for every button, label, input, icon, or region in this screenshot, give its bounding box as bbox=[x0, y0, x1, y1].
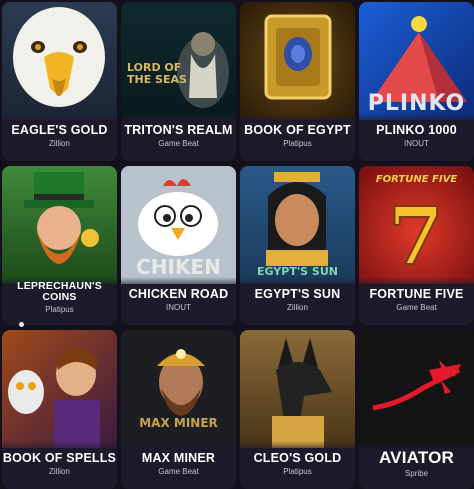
game-card-eagles-gold[interactable]: EAGLE'S GOLD Zillion bbox=[2, 2, 117, 161]
game-title: PLINKO 1000 bbox=[376, 123, 457, 137]
game-card-info: CLEO'S GOLD Platipus bbox=[240, 441, 355, 489]
game-card-info: TRITON'S REALM Game Beat bbox=[121, 113, 236, 161]
game-title: MAX MINER bbox=[141, 451, 216, 465]
game-title: TRITON'S REALM bbox=[124, 123, 233, 137]
game-thumbnail-eagle bbox=[2, 2, 117, 120]
game-card-max-miner[interactable]: MAX MINER MAX MINER Game Beat bbox=[121, 330, 236, 489]
game-provider: Game Beat bbox=[158, 467, 199, 476]
game-card-info: CHICKEN ROAD INOUT bbox=[121, 277, 236, 325]
game-provider: Zillion bbox=[287, 303, 308, 312]
game-provider: Platipus bbox=[283, 139, 312, 148]
carousel-indicator-dot bbox=[19, 322, 24, 327]
game-card-plinko-1000[interactable]: PLINKO PLINKO 1000 INOUT bbox=[359, 2, 474, 161]
game-card-tritons-realm[interactable]: LORD OF THE SEAS TRITON'S REALM Game Bea… bbox=[121, 2, 236, 161]
game-logo-text: FORTUNE FIVE bbox=[375, 174, 458, 185]
game-card-info: LEPRECHAUN'S COINS Platipus bbox=[2, 277, 117, 325]
game-provider: Zillion bbox=[49, 467, 70, 476]
game-title: FORTUNE FIVE bbox=[369, 287, 464, 301]
game-logo-text: MAX MINER bbox=[139, 416, 218, 430]
game-grid: EAGLE'S GOLD Zillion LORD OF THE SEAS TR… bbox=[0, 0, 474, 489]
game-thumbnail-plinko: PLINKO bbox=[359, 2, 474, 120]
game-card-book-of-spells[interactable]: BOOK OF SPELLS Zillion bbox=[2, 330, 117, 489]
game-card-book-of-egypt[interactable]: BOOK OF EGYPT Platipus bbox=[240, 2, 355, 161]
game-provider: Game Beat bbox=[396, 303, 437, 312]
game-card-cleos-gold[interactable]: CLEO'S GOLD Platipus bbox=[240, 330, 355, 489]
game-thumbnail-book-egypt bbox=[240, 2, 355, 120]
game-provider: INOUT bbox=[166, 303, 191, 312]
game-card-info: EGYPT'S SUN Zillion bbox=[240, 277, 355, 325]
game-card-egypts-sun[interactable]: EGYPT'S SUN EGYPT'S SUN Zillion bbox=[240, 166, 355, 325]
game-title: BOOK OF SPELLS bbox=[2, 451, 117, 465]
game-provider: Platipus bbox=[283, 467, 312, 476]
game-provider: INOUT bbox=[404, 139, 429, 148]
game-provider: Spribe bbox=[404, 469, 429, 478]
game-thumbnail-max-miner: MAX MINER bbox=[121, 330, 236, 448]
game-logo-text: CHIKEN bbox=[136, 255, 221, 279]
game-thumbnail-chicken: CHIKEN bbox=[121, 166, 236, 284]
game-title: LEPRECHAUN'S COINS bbox=[17, 280, 102, 303]
game-title: CLEO'S GOLD bbox=[253, 451, 342, 465]
game-card-info: EAGLE'S GOLD Zillion bbox=[2, 113, 117, 161]
game-thumbnail-leprechaun bbox=[2, 166, 117, 284]
game-card-info: FORTUNE FIVE Game Beat bbox=[359, 277, 474, 325]
game-thumbnail-egypt-sun: EGYPT'S SUN bbox=[240, 166, 355, 284]
game-thumbnail-fortune-five: 7 FORTUNE FIVE bbox=[359, 166, 474, 284]
game-title: BOOK OF EGYPT bbox=[244, 123, 351, 137]
game-thumbnail-aviator bbox=[359, 330, 474, 448]
game-card-info: PLINKO 1000 INOUT bbox=[359, 113, 474, 161]
game-title: EAGLE'S GOLD bbox=[11, 123, 108, 137]
game-card-leprechauns-coins[interactable]: LEPRECHAUN'S COINS Platipus bbox=[2, 166, 117, 325]
game-provider: Game Beat bbox=[158, 139, 199, 148]
game-card-aviator[interactable]: AVIATOR Spribe bbox=[359, 330, 474, 489]
game-logo-text: LORD OF THE SEAS bbox=[127, 61, 187, 86]
game-title: EGYPT'S SUN bbox=[254, 287, 341, 301]
game-card-info: AVIATOR Spribe bbox=[359, 441, 474, 489]
game-thumbnail-anubis bbox=[240, 330, 355, 448]
game-title: CHICKEN ROAD bbox=[128, 287, 229, 301]
game-card-info: BOOK OF SPELLS Zillion bbox=[2, 441, 117, 489]
game-thumbnail-book-spells bbox=[2, 330, 117, 448]
game-title: AVIATOR bbox=[378, 448, 455, 467]
game-card-info: BOOK OF EGYPT Platipus bbox=[240, 113, 355, 161]
game-provider: Zillion bbox=[49, 139, 70, 148]
game-provider: Platipus bbox=[45, 305, 74, 314]
svg-text:7: 7 bbox=[388, 189, 444, 283]
game-card-info: MAX MINER Game Beat bbox=[121, 441, 236, 489]
game-thumbnail-triton: LORD OF THE SEAS bbox=[121, 2, 236, 120]
game-card-fortune-five[interactable]: 7 FORTUNE FIVE FORTUNE FIVE Game Beat bbox=[359, 166, 474, 325]
game-card-chicken-road[interactable]: CHIKEN CHICKEN ROAD INOUT bbox=[121, 166, 236, 325]
